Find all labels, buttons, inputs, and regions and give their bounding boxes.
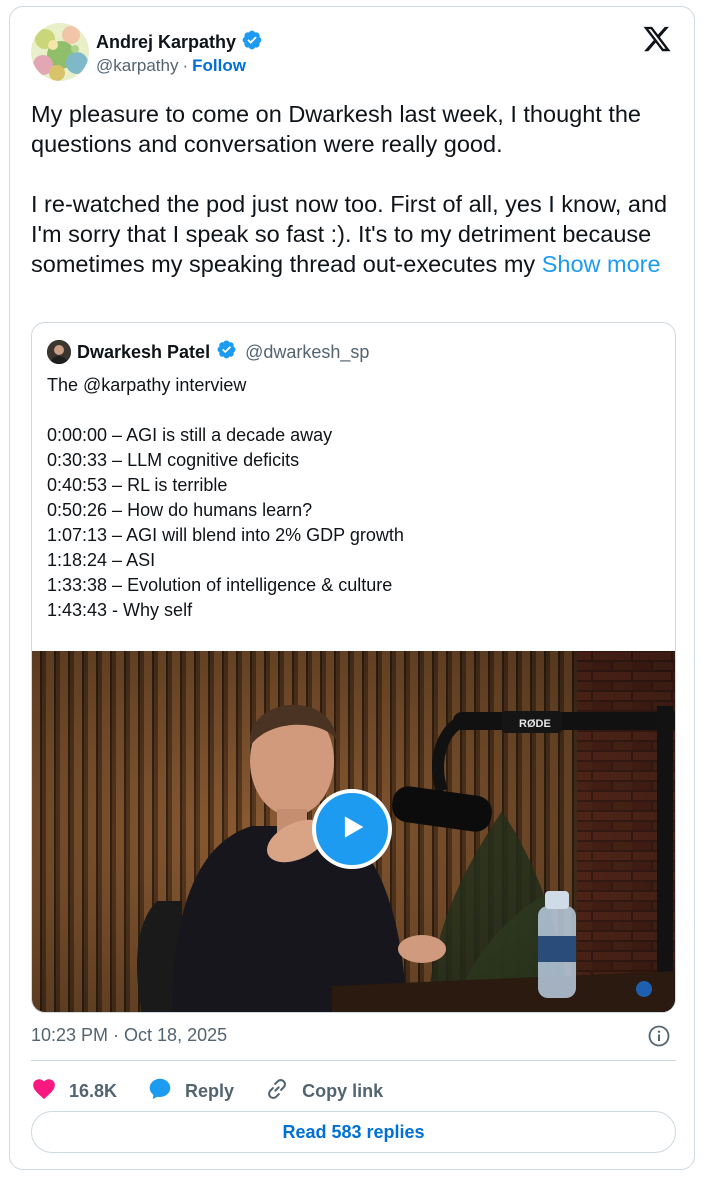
x-logo-icon[interactable] xyxy=(642,24,672,54)
quoted-line: 0:00:00 – AGI is still a decade away xyxy=(47,425,333,445)
reply-button[interactable]: Reply xyxy=(147,1076,234,1107)
quoted-line: 0:30:33 – LLM cognitive deficits xyxy=(47,450,300,470)
play-button[interactable] xyxy=(312,789,392,869)
reply-icon xyxy=(147,1076,173,1107)
copy-link-button[interactable]: Copy link xyxy=(264,1076,383,1107)
author-handle[interactable]: @karpathy xyxy=(96,56,178,76)
quoted-line: 0:40:53 – RL is terrible xyxy=(47,475,228,495)
info-icon[interactable] xyxy=(647,1024,671,1048)
handle-separator: · xyxy=(182,56,189,75)
heart-icon xyxy=(31,1076,57,1107)
like-count: 16.8K xyxy=(69,1080,118,1101)
quoted-line: 1:43:43 - Why self xyxy=(47,600,193,620)
quoted-author-handle: @dwarkesh_sp xyxy=(245,341,370,362)
quoted-line: 1:18:24 – ASI xyxy=(47,550,156,570)
play-icon xyxy=(335,810,369,849)
tweet-text: My pleasure to come on Dwarkesh last wee… xyxy=(31,99,671,279)
verified-badge-icon xyxy=(241,29,263,56)
mic-brand-label: RØDE xyxy=(519,718,551,730)
quoted-line: The @karpathy interview xyxy=(47,375,247,395)
copy-link-label: Copy link xyxy=(302,1080,384,1101)
quoted-author-name: Dwarkesh Patel xyxy=(77,341,211,362)
quoted-tweet-text: The @karpathy interview 0:00:00 – AGI is… xyxy=(47,373,404,623)
quoted-line xyxy=(47,398,404,423)
tweet-timestamp[interactable]: 10:23 PM · Oct 18, 2025 xyxy=(31,1025,227,1046)
quoted-line: 0:50:26 – How do humans learn? xyxy=(47,500,313,520)
reply-label: Reply xyxy=(185,1080,235,1101)
tweet-card: Andrej Karpathy @karpathy · Follow My pl… xyxy=(9,6,695,1170)
action-bar: 16.8K Reply Copy link xyxy=(31,1071,413,1111)
quoted-line: 1:07:13 – AGI will blend into 2% GDP gro… xyxy=(47,525,404,545)
quoted-line: 1:33:38 – Evolution of intelligence & cu… xyxy=(47,575,393,595)
read-replies-button[interactable]: Read 583 replies xyxy=(31,1111,676,1153)
video-thumbnail[interactable]: RØDE xyxy=(32,651,675,1012)
verified-badge-icon xyxy=(216,339,237,365)
author-name[interactable]: Andrej Karpathy xyxy=(96,32,236,53)
link-icon xyxy=(264,1076,290,1107)
author-avatar[interactable] xyxy=(31,23,89,81)
quoted-tweet[interactable]: Dwarkesh Patel @dwarkesh_sp The @karpath… xyxy=(31,322,676,1013)
divider xyxy=(31,1060,676,1061)
quoted-author-avatar xyxy=(47,340,71,364)
follow-button[interactable]: Follow xyxy=(192,56,246,76)
show-more-link[interactable]: Show more xyxy=(542,251,661,277)
like-button[interactable]: 16.8K xyxy=(31,1076,117,1107)
